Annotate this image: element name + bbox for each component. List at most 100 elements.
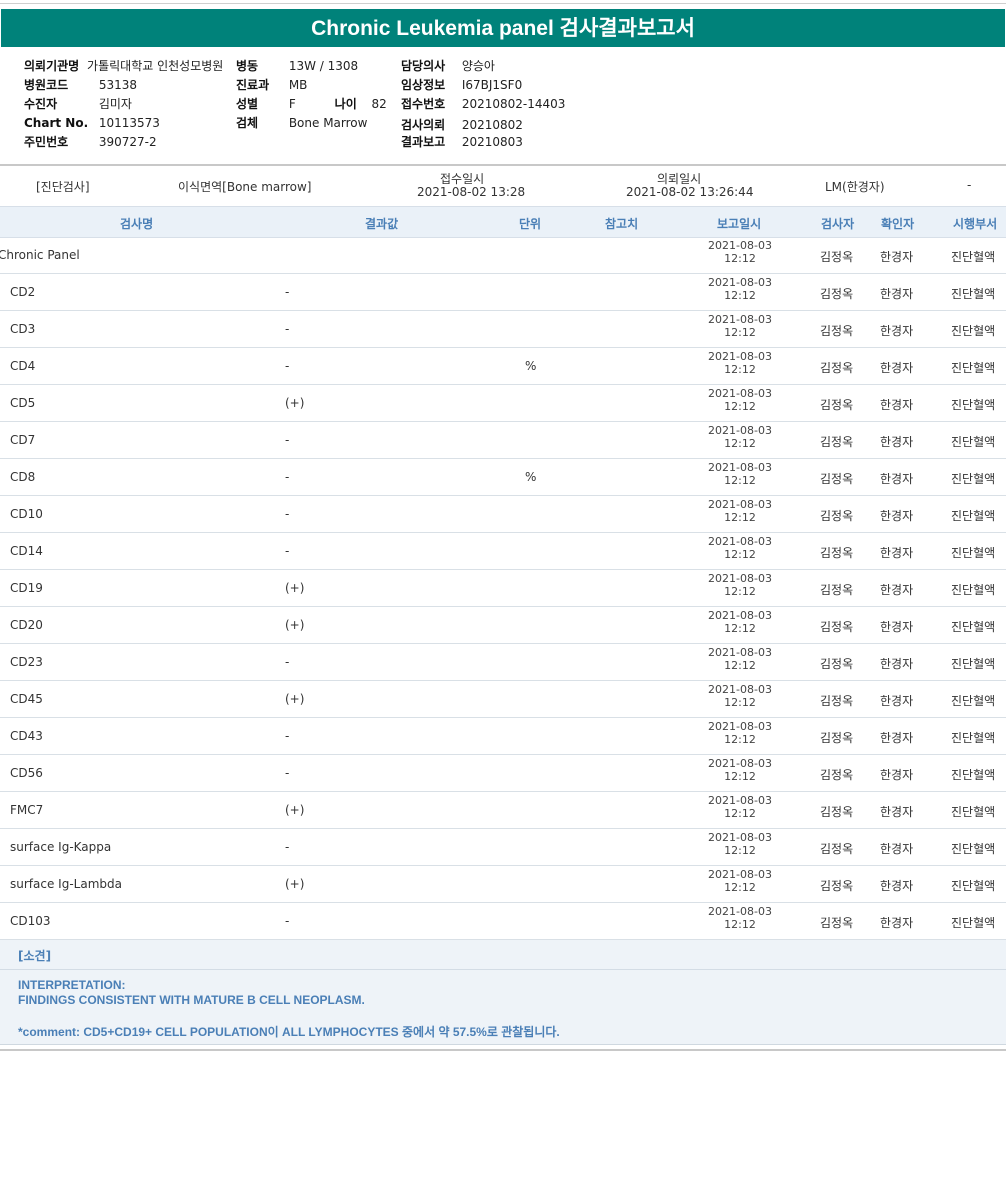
result-value: - [285, 840, 290, 854]
report-date: 2021-08-03 [708, 387, 772, 400]
test-name: CD7 [10, 433, 36, 447]
test-name: CD56 [10, 766, 43, 780]
checker: 김정옥 [820, 250, 854, 264]
report-time: 12:12 [724, 918, 756, 931]
code-info: 병원코드 53138 [24, 76, 137, 93]
report-date: 2021-08-03 [708, 239, 772, 252]
resident-value: 390727-2 [98, 135, 157, 149]
top-border [0, 3, 1006, 4]
clinical-label: 임상정보 [401, 78, 446, 92]
request-value: 20210802 [461, 118, 523, 132]
report-datetime: 2021-08-03 12:12 [700, 239, 780, 265]
specimen-info: 검체 Bone Marrow [236, 114, 367, 131]
table-row: CD10 - 김정옥 한경자 진단혈액 2021-08-03 12:12 [0, 496, 1006, 533]
confirmer: 한경자 [880, 620, 914, 634]
result-value: - [285, 322, 290, 336]
col-report-time: 보고일시 [717, 217, 762, 231]
report-datetime: 2021-08-03 12:12 [700, 720, 780, 746]
result-value: (+) [285, 396, 305, 410]
department: 진단혈액 [951, 509, 996, 523]
department: 진단혈액 [951, 361, 996, 375]
department: 진단혈액 [951, 768, 996, 782]
table-row: CD5 (+) 김정옥 한경자 진단혈액 2021-08-03 12:12 [0, 385, 1006, 422]
report-datetime: 2021-08-03 12:12 [700, 757, 780, 783]
table-row: Chronic Panel 김정옥 한경자 진단혈액 2021-08-03 12:12 [0, 237, 1006, 274]
sex-label: 성별 [236, 97, 259, 111]
report-time: 12:12 [724, 807, 756, 820]
result-value: - [285, 470, 290, 484]
test-name: CD14 [10, 544, 43, 558]
opinion-line-2: FINDINGS CONSISTENT WITH MATURE B CELL N… [18, 993, 365, 1007]
result-value: - [285, 729, 290, 743]
report-date: 2021-08-03 [708, 683, 772, 696]
report-time: 12:12 [724, 474, 756, 487]
hospital-info: 의뢰기관명 가톨릭대학교 인천성모병원 [24, 57, 223, 74]
report-date: 2021-08-03 [708, 868, 772, 881]
report-datetime: 2021-08-03 12:12 [700, 831, 780, 857]
checker: 김정옥 [820, 620, 854, 634]
request-time-value: 2021-08-02 13:26:44 [626, 185, 754, 199]
result-value: - [285, 507, 290, 521]
dept-label: 진료과 [236, 78, 270, 92]
department: 진단혈액 [951, 657, 996, 671]
report-time: 12:12 [724, 511, 756, 524]
checker: 김정옥 [820, 361, 854, 375]
table-row: surface Ig-Kappa - 김정옥 한경자 진단혈액 2021-08-03 12:… [0, 829, 1006, 866]
checker: 김정옥 [820, 583, 854, 597]
test-name: surface Ig-Kappa [10, 840, 112, 854]
report-time: 12:12 [724, 363, 756, 376]
receipt-time-value: 2021-08-02 13:28 [417, 185, 526, 199]
checker: 김정옥 [820, 546, 854, 560]
col-result: 결과값 [365, 217, 399, 231]
report-date: 2021-08-03 [708, 424, 772, 437]
confirmer: 한경자 [880, 731, 914, 745]
opinion-divider [0, 969, 1006, 970]
requester: LM(한경자) [825, 180, 885, 194]
checker: 김정옥 [820, 916, 854, 930]
table-row: CD103 - 김정옥 한경자 진단혈액 2021-08-03 12:12 [0, 903, 1006, 940]
confirmer: 한경자 [880, 657, 914, 671]
age-value: 82 [371, 97, 387, 111]
report-time: 12:12 [724, 289, 756, 302]
opinion-line-1: INTERPRETATION: [18, 978, 126, 992]
checker: 김정옥 [820, 805, 854, 819]
code-label: 병원코드 [24, 78, 69, 92]
test-name: CD3 [10, 322, 36, 336]
report-datetime: 2021-08-03 12:12 [700, 535, 780, 561]
chart-value: 10113573 [98, 116, 160, 130]
department: 진단혈액 [951, 916, 996, 930]
checker: 김정옥 [820, 287, 854, 301]
checker: 김정옥 [820, 879, 854, 893]
checker: 김정옥 [820, 657, 854, 671]
department: 진단혈액 [951, 583, 996, 597]
ward-value: 13W / 1308 [288, 59, 359, 73]
col-checker: 검사자 [821, 217, 855, 231]
result-label: 결과보고 [401, 135, 446, 149]
opinion-heading: [소견] [18, 949, 52, 963]
test-name: CD43 [10, 729, 43, 743]
table-row: CD14 - 김정옥 한경자 진단혈액 2021-08-03 12:12 [0, 533, 1006, 570]
hospital-label: 의뢰기관명 [24, 59, 80, 73]
checker: 김정옥 [820, 324, 854, 338]
test-name: FMC7 [10, 803, 44, 817]
report-date: 2021-08-03 [708, 609, 772, 622]
table-row: CD20 (+) 김정옥 한경자 진단혈액 2021-08-03 12:12 [0, 607, 1006, 644]
unit-value: % [525, 470, 537, 484]
report-date: 2021-08-03 [708, 350, 772, 363]
result-value: - [285, 766, 290, 780]
col-department: 시행부서 [953, 217, 998, 231]
result-value: - [285, 655, 290, 669]
receipt-label: 접수번호 [401, 97, 446, 111]
hospital-value: 가톨릭대학교 인천성모병원 [87, 59, 224, 73]
test-name: CD10 [10, 507, 43, 521]
test-name: surface Ig-Lambda [10, 877, 122, 891]
col-reference: 참고치 [605, 217, 639, 231]
report-date: 2021-08-03 [708, 794, 772, 807]
department: 진단혈액 [951, 731, 996, 745]
result-value: - [285, 285, 290, 299]
request-info: 검사의뢰 20210802 [401, 116, 523, 133]
table-row: CD3 - 김정옥 한경자 진단혈액 2021-08-03 12:12 [0, 311, 1006, 348]
confirmer: 한경자 [880, 509, 914, 523]
report-date: 2021-08-03 [708, 461, 772, 474]
department: 진단혈액 [951, 620, 996, 634]
